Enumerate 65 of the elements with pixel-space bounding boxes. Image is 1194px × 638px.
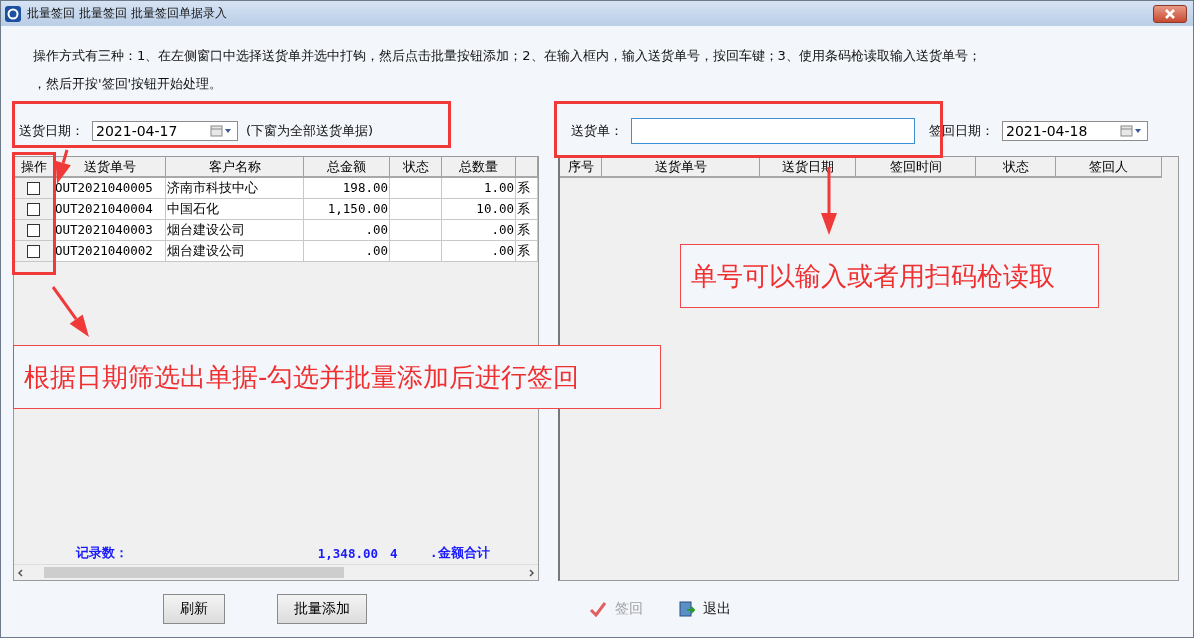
date-picker[interactable]: 2021-04-17 [92,121,238,141]
table-cell: OUT2021040002 [54,241,166,262]
total-amount: 1,348.00 [316,545,378,561]
app-icon [5,5,21,22]
table-cell: 1.00 [442,178,516,199]
column-header: 操作 [14,157,54,178]
checkbox[interactable] [27,181,40,195]
column-header: 签回时间 [856,157,976,178]
table-cell: 烟台建设公司 [166,241,304,262]
column-header: 状态 [976,157,1056,178]
table-cell: 济南市科技中心 [166,178,304,199]
button[interactable]: 批量添加 [277,594,367,624]
column-header: 总金额 [304,157,390,178]
table-cell [390,241,442,262]
checkbox[interactable] [27,223,40,237]
table-cell: .00 [304,220,390,241]
checkbox[interactable] [27,244,40,258]
table-cell: .00 [442,241,516,262]
close-icon [1165,8,1175,19]
exit-door-icon [679,601,695,617]
table-cell: 烟台建设公司 [166,220,304,241]
date-picker[interactable]: 2021-04-18 [1002,121,1148,141]
column-header: 送货单号 [602,157,760,178]
annotation-callout: 根据日期筛选出单据-勾选并批量添加后进行签回 [13,345,661,409]
column-header: 总数量 [442,157,516,178]
exit-button[interactable]: 退出 [679,596,731,622]
calendar-dropdown-icon[interactable] [1120,125,1144,137]
table-cell: OUT2021040005 [54,178,166,199]
table-cell: 系 [516,178,538,199]
table-cell: .00 [442,220,516,241]
button[interactable]: 刷新 [163,594,225,624]
instructions-text: 操作方式有三种：1、在左侧窗口中选择送货单并选中打钩，然后点击批量按钮添加；2、在输入框内，输入送货单号，按回车键；3、使用条码枪读取输入送货单号； ，然后开按'签回'按钮开始处理。 [32,47,982,93]
table-cell: OUT2021040003 [54,220,166,241]
table-cell [390,178,442,199]
table-cell: OUT2021040004 [54,199,166,220]
table-cell: 198.00 [304,178,390,199]
horizontal-scrollbar[interactable] [14,564,538,580]
input-field[interactable] [631,118,915,144]
arrow [55,149,71,184]
table-cell: 中国石化 [166,199,304,220]
delivery-date-label: 送货日期： [19,122,84,140]
table-cell: 1,150.00 [304,199,390,220]
table-cell: 系 [516,220,538,241]
checkbox[interactable] [27,202,40,216]
record-count-label: 记录数： [76,544,129,562]
table-cell [390,220,442,241]
amount-total-label: .金额合计 [430,544,491,562]
column-header: 状态 [390,157,442,178]
delivery-note-label: 送货单： [571,122,623,140]
checkmark-icon [589,601,607,617]
table-cell: 10.00 [442,199,516,220]
close-button[interactable] [1153,4,1187,23]
note-text: (下窗为全部送货单据) [246,122,374,140]
table-cell: 系 [516,241,538,262]
annotation-callout: 单号可以输入或者用扫码枪读取 [680,244,1099,308]
column-header: 签回人 [1056,157,1162,178]
column-header: 序号 [560,157,602,178]
calendar-dropdown-icon[interactable] [210,125,234,137]
table-cell: 系 [516,199,538,220]
record-count: 4 [390,545,399,561]
column-header: 客户名称 [166,157,304,178]
arrow [51,286,89,337]
table-cell: .00 [304,241,390,262]
table-cell [390,199,442,220]
window-title: 批量签回 批量签回 批量签回单据录入 [27,5,228,22]
